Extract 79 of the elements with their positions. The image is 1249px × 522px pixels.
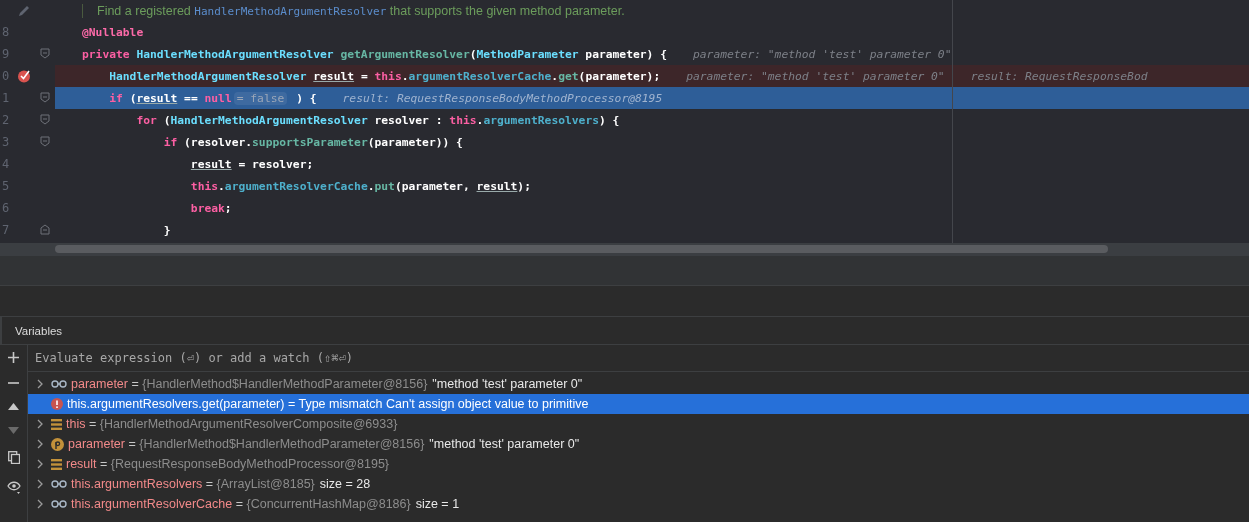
eye-icon[interactable] (6, 481, 21, 494)
code-text: ) { (295, 91, 317, 105)
fold-icon[interactable] (40, 48, 50, 59)
down-icon[interactable] (8, 427, 19, 434)
field-icon (51, 418, 62, 430)
variable-row[interactable]: this.argumentResolvers = {ArrayList@8185} size = 28 (28, 474, 1249, 494)
parameter-icon (51, 437, 64, 451)
fold-icon[interactable] (40, 136, 50, 147)
variable-summary: "method 'test' parameter 0" (429, 437, 580, 451)
code-text: this.argumentResolverCache.put(parameter, result); (189, 179, 531, 193)
error-message: this.argumentResolvers.get(parameter) = Type mismatch Can't assign object value to primitive (67, 397, 589, 411)
evaluate-field[interactable]: Evaluate expression (⏎) or add a watch (⇧⌘⏎) (28, 350, 637, 366)
equals-sign: = (130, 377, 140, 391)
panel-title: Variables (15, 324, 63, 337)
variable-name: parameter (68, 437, 125, 451)
horizontal-scrollbar[interactable] (0, 243, 1249, 256)
glasses-icon (51, 500, 67, 508)
variable-value: {RequestResponseBodyMethodProcessor@8195} (110, 457, 389, 471)
inline-hint: parameter: "method 'test' parameter 0" (693, 47, 952, 61)
variable-name: parameter (71, 377, 128, 391)
code-text: result = resolver; (189, 157, 314, 171)
variable-name: this.argumentResolverCache (71, 497, 233, 511)
line-number: 2 (1, 113, 11, 127)
variable-value: {ArrayList@8185} (216, 477, 315, 491)
inline-hint: result: RequestResponseBodyMethodProcessor@8195 (342, 91, 663, 105)
code-text: break; (189, 201, 232, 215)
doc-comment: Find a registered HandlerMethodArgumentResolver that supports the given method parameter. (82, 3, 625, 18)
line-number: 5 (1, 179, 11, 193)
variable-row[interactable]: this.argumentResolvers.get(parameter) = Type mismatch Can't assign object value to primitive (28, 394, 1249, 414)
equals-sign: = (127, 437, 137, 451)
fold-icon[interactable] (40, 92, 50, 103)
equals-sign: = (204, 477, 215, 491)
variable-row[interactable]: parameter = {HandlerMethod$HandlerMethodParameter@8156} "method 'test' parameter 0" (28, 374, 1249, 394)
glasses-icon (51, 480, 67, 488)
line-number: 3 (1, 135, 11, 149)
variable-row[interactable]: result = {RequestResponseBodyMethodProcessor@8195} (28, 454, 1249, 474)
code-text: private HandlerMethodArgumentResolver getArgumentResolver(MethodParameter parameter) { (82, 47, 667, 61)
line-number: 7 (1, 223, 11, 237)
copy-icon[interactable] (7, 451, 20, 464)
code-text: if (resolver.supportsParameter(parameter)) { (162, 135, 463, 149)
add-icon[interactable] (8, 352, 19, 363)
line-number: 1 (1, 91, 11, 105)
line-number: 0 (1, 69, 11, 83)
field-icon (51, 458, 62, 470)
code-text: if (result == null (108, 91, 232, 105)
code-text: } (162, 223, 171, 237)
line-number: 6 (1, 201, 11, 215)
fold-icon[interactable] (40, 224, 50, 235)
inline-hint: result: RequestResponseBod (970, 69, 1148, 83)
variable-name: this.argumentResolvers (71, 477, 203, 491)
variable-summary: size = 28 (319, 477, 371, 491)
variable-summary: size = 1 (415, 497, 460, 511)
equals-sign: = (87, 417, 98, 431)
variable-row[interactable]: parameter = {HandlerMethod$HandlerMethodParameter@8156} "method 'test' parameter 0" (28, 434, 1249, 454)
equals-sign: = (234, 497, 244, 511)
glasses-icon (51, 380, 67, 388)
inline-hint: parameter: "method 'test' parameter 0" (686, 69, 945, 83)
line-number: 4 (1, 157, 11, 171)
variable-value: {ConcurrentHashMap@8186} (246, 497, 411, 511)
inline-value: = false (233, 91, 288, 105)
code-text: @Nullable (82, 25, 144, 39)
equals-sign: = (99, 457, 109, 471)
line-number: 8 (1, 25, 11, 39)
breakpoint-icon[interactable] (17, 69, 31, 83)
variable-name: result (66, 457, 97, 471)
code-text: HandlerMethodArgumentResolver result = this.argumentResolverCache.get(parameter); (108, 69, 661, 83)
variable-value: {HandlerMethod$HandlerMethodParameter@8156} (139, 437, 425, 451)
variable-value: {HandlerMethod$HandlerMethodParameter@8156} (142, 377, 428, 391)
variable-row[interactable]: this.argumentResolverCache = {ConcurrentHashMap@8186} size = 1 (28, 494, 1249, 514)
error-icon (51, 398, 63, 410)
variable-summary: "method 'test' parameter 0" (432, 377, 583, 391)
pencil-icon[interactable] (17, 3, 31, 18)
code-text: for (HandlerMethodArgumentResolver resolver : this.argumentResolvers) { (135, 113, 620, 127)
variable-value: {HandlerMethodArgumentResolverComposite@6933} (99, 417, 398, 431)
up-icon[interactable] (8, 403, 19, 410)
variable-row[interactable]: this = {HandlerMethodArgumentResolverComposite@6933} (28, 414, 1249, 434)
fold-icon[interactable] (40, 114, 50, 125)
line-number: 9 (1, 47, 11, 61)
variable-name: this (66, 417, 86, 431)
